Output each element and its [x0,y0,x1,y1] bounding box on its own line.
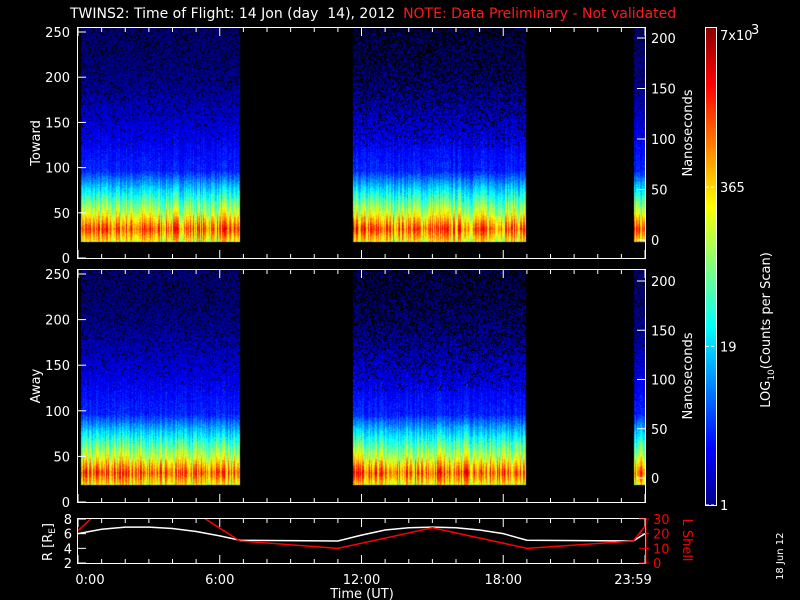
right-tick-label: 50 [651,423,668,438]
y-tick-label: 50 [53,450,70,465]
x-tick-label: 0:00 [75,573,104,588]
x-tick-label: 18:00 [485,573,522,588]
colorbar-tick-label: 365 [720,181,745,196]
y-tick-label: 250 [45,26,70,41]
r-distance-line [77,526,646,542]
right-tick-label: 100 [651,133,676,148]
colorbar-tick-label: 1 [720,499,728,514]
right-tick-label: 0 [651,472,659,487]
right-axis-label: Nanoseconds [681,89,696,176]
lshell-tick-label: 30 [653,513,670,528]
r-tick-label: 2 [64,557,72,572]
r-tick-label: 4 [64,542,72,557]
lshell-tick-label: 0 [653,557,661,572]
colorbar-max-label: 7x10 [720,29,753,44]
colorbar-frame [705,27,717,506]
right-tick-label: 200 [651,275,676,290]
colorbar-tick-label: 19 [720,340,737,355]
r-tick-label: 8 [64,513,72,528]
y-tick-label: 50 [53,207,70,222]
right-tick-label: 0 [651,234,659,249]
lshell-tick-label: 10 [653,542,670,557]
panel-frame-toward [77,27,646,259]
y-tick-label: 200 [45,314,70,329]
y-tick-label: 100 [45,405,70,420]
x-axis-label: Time (UT) [329,587,394,600]
right-tick-label: 150 [651,83,676,98]
y-tick-label: 250 [45,268,70,283]
y-tick-label: 150 [45,116,70,131]
chart-axes: 1193657x103LOG10(Counts per Scan)0501001… [29,23,786,600]
right-tick-label: 200 [651,32,676,47]
panel-ylabel: Toward [29,120,44,167]
y-tick-label: 0 [62,496,70,511]
right-axis-label: Nanoseconds [681,332,696,419]
date-stamp: 18 Jun 12 [775,533,786,580]
colorbar-max-exponent: 3 [751,23,759,38]
panel-frame-away [77,269,646,503]
r-axis-label-part: ] [41,523,56,528]
colorbar-label-part: (Counts per Scan) [759,252,774,369]
r-axis-label-part: R [R [41,534,56,561]
lshell-axis-label: L Shell [679,518,694,561]
x-tick-label: 23:59 [614,573,651,588]
lshell-tick-label: 20 [653,528,670,543]
right-tick-label: 50 [651,184,668,199]
x-tick-label: 6:00 [205,573,234,588]
y-tick-label: 150 [45,359,70,374]
y-tick-label: 0 [62,252,70,267]
colorbar-label-part: LOG [759,381,774,408]
y-tick-label: 100 [45,162,70,177]
colorbar-label-part: 10 [767,369,777,381]
x-tick-label: 12:00 [343,573,380,588]
r-tick-label: 6 [64,528,72,543]
right-tick-label: 150 [651,324,676,339]
colorbar-axis-label: LOG10(Counts per Scan) [759,252,777,408]
right-tick-label: 100 [651,374,676,389]
panel-ylabel: Away [29,368,44,403]
r-axis-label: R [RE] [41,523,58,561]
y-tick-label: 200 [45,71,70,86]
